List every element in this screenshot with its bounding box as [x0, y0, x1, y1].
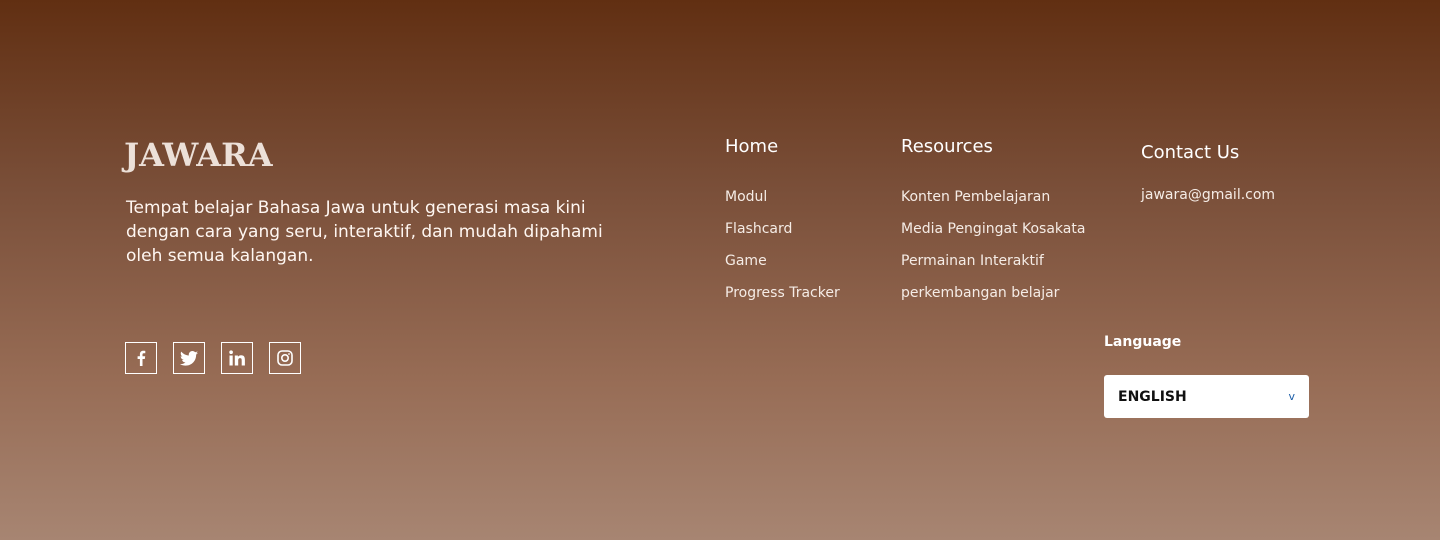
footer-link-media-pengingat[interactable]: Media Pengingat Kosakata	[901, 219, 1085, 239]
footer-link-game[interactable]: Game	[725, 251, 767, 271]
footer-link-konten-pembelajaran[interactable]: Konten Pembelajaran	[901, 187, 1050, 207]
footer-heading-resources[interactable]: Resources	[901, 135, 993, 159]
instagram-link[interactable]	[269, 342, 301, 374]
facebook-icon	[137, 350, 146, 366]
footer-link-flashcard[interactable]: Flashcard	[725, 219, 792, 239]
social-links	[125, 342, 301, 374]
language-label: Language	[1104, 334, 1182, 350]
footer-link-progress-tracker[interactable]: Progress Tracker	[725, 283, 840, 303]
linkedin-link[interactable]	[221, 342, 253, 374]
footer-link-permainan-interaktif[interactable]: Permainan Interaktif	[901, 251, 1044, 271]
twitter-link[interactable]	[173, 342, 205, 374]
brand-tagline: Tempat belajar Bahasa Jawa untuk generas…	[126, 198, 603, 266]
language-selected-value: ENGLISH	[1118, 388, 1187, 405]
linkedin-icon	[229, 350, 245, 366]
language-select[interactable]: ENGLISH v	[1104, 375, 1309, 418]
footer-link-modul[interactable]: Modul	[725, 187, 767, 207]
brand-logo[interactable]: JAWARA	[124, 136, 273, 174]
twitter-icon	[180, 350, 198, 366]
chevron-down-icon: v	[1288, 390, 1295, 403]
footer-heading-home[interactable]: Home	[725, 135, 778, 159]
footer-heading-contact: Contact Us	[1141, 142, 1240, 163]
contact-email-link[interactable]: jawara@gmail.com	[1141, 185, 1275, 205]
footer-link-perkembangan-belajar[interactable]: perkembangan belajar	[901, 283, 1059, 303]
instagram-icon	[277, 350, 293, 366]
facebook-link[interactable]	[125, 342, 157, 374]
